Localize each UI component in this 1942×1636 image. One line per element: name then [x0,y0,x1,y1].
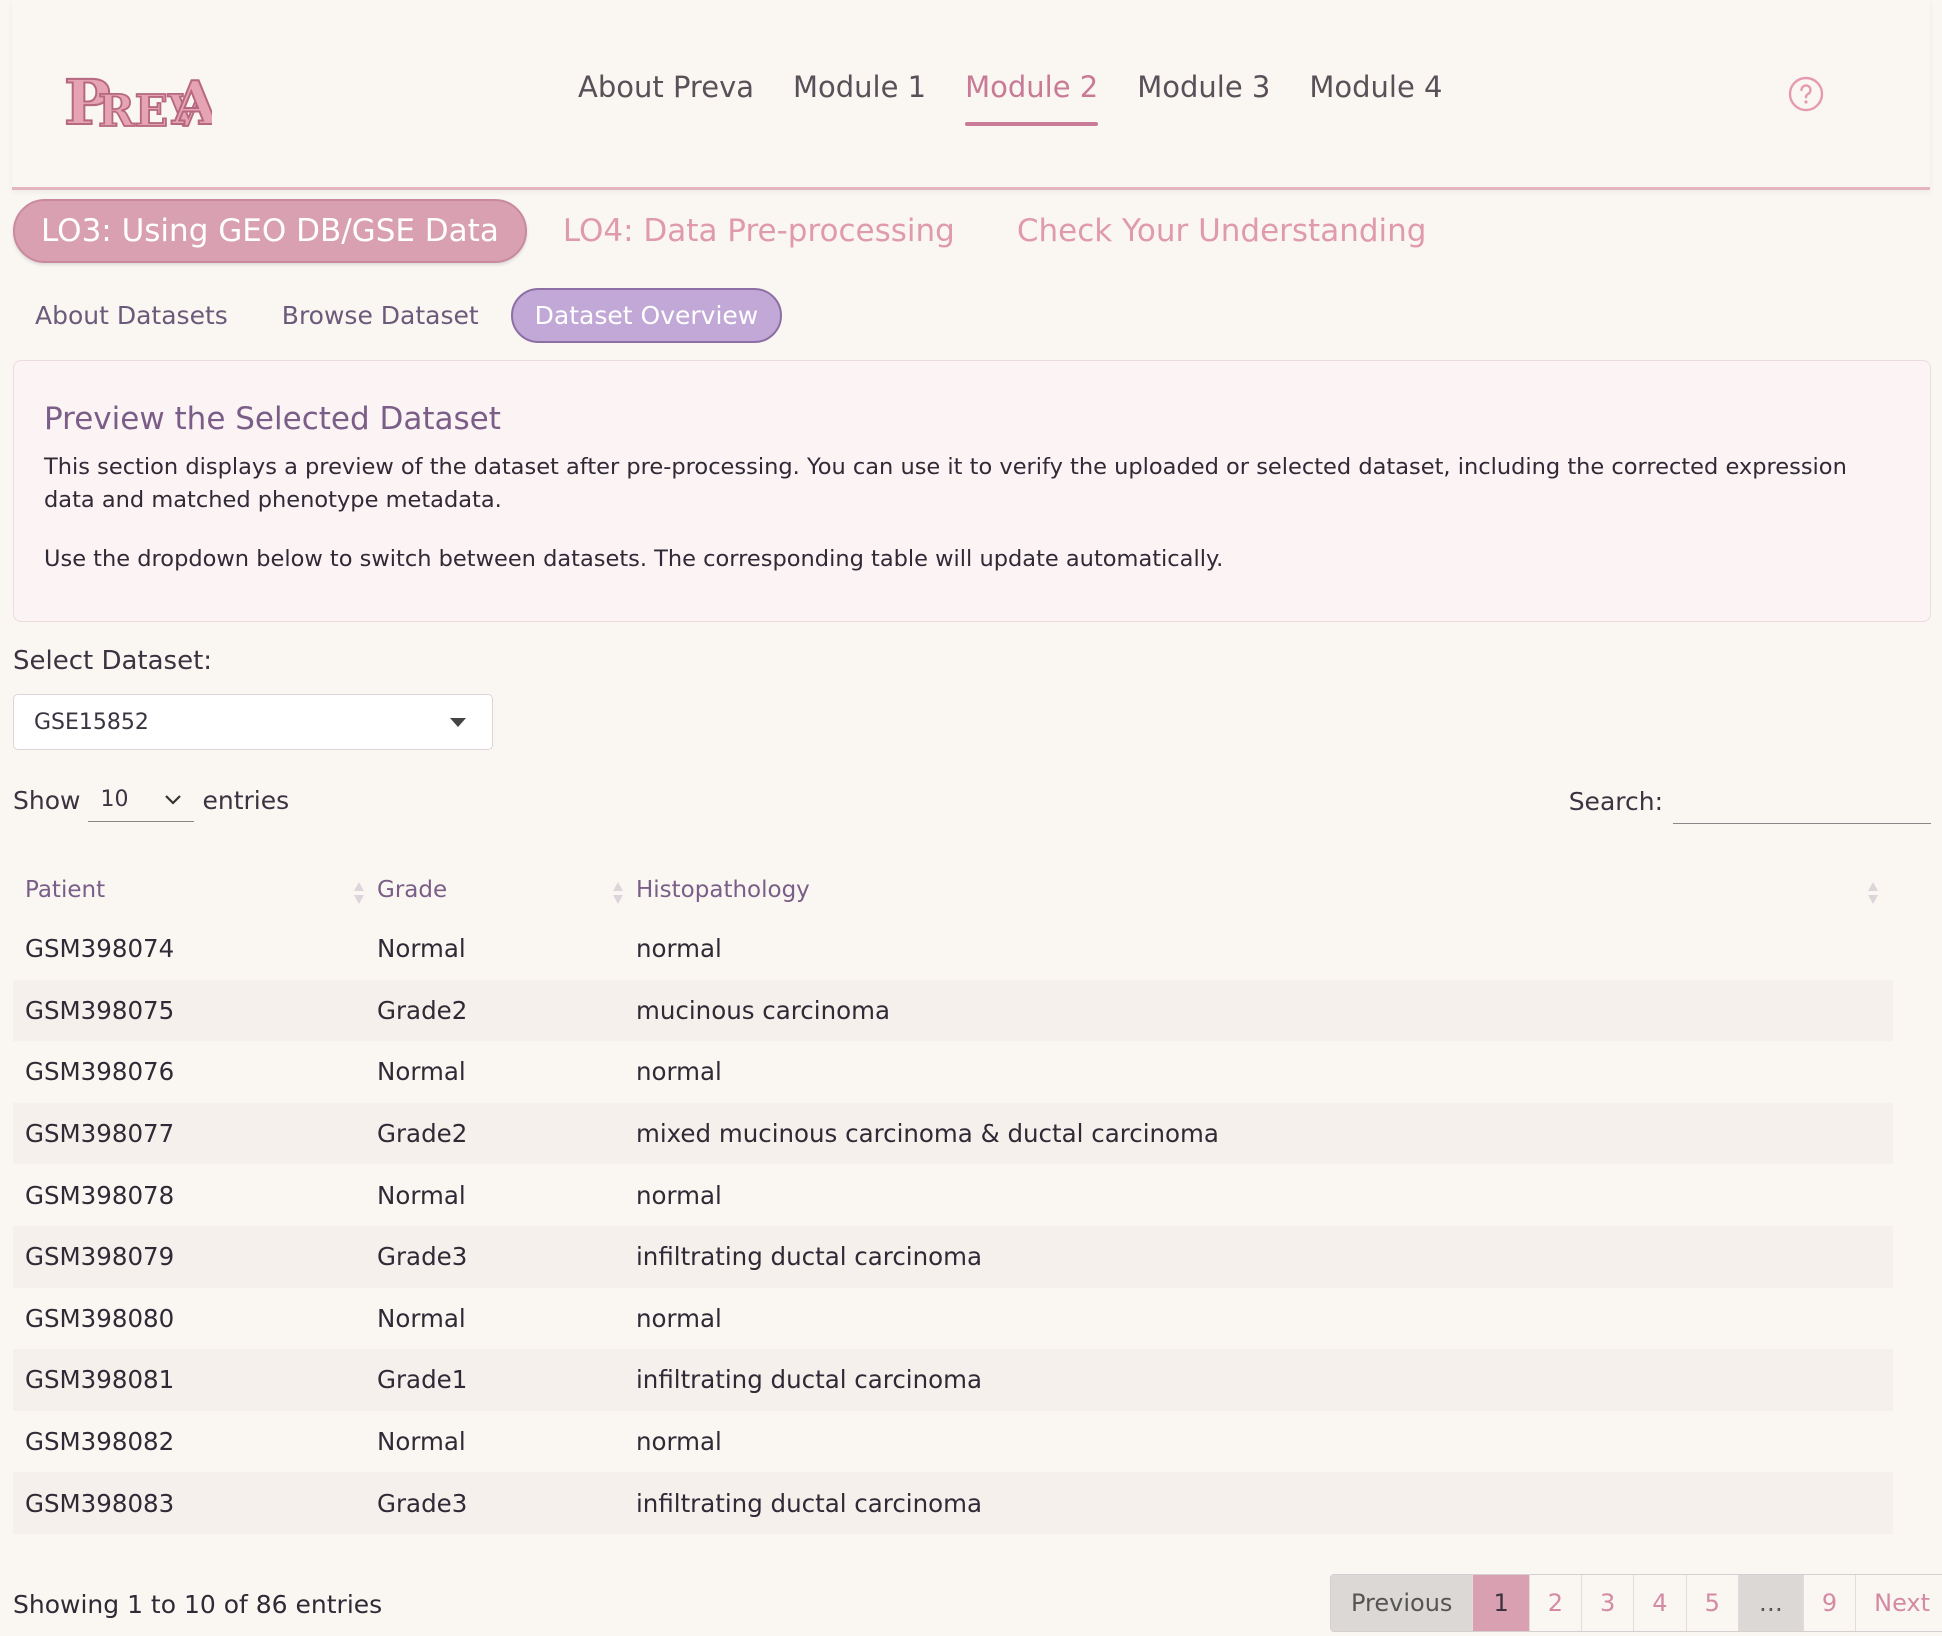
entries-length-select[interactable]: 10 [88,778,195,822]
table-search: Search: [1569,778,1931,824]
preva-logo[interactable]: P REV A [62,58,212,138]
table-row: GSM398083 Grade3 infiltrating ductal car… [13,1472,1893,1534]
sort-icon [354,882,364,904]
cell-grade: Grade2 [365,979,624,1042]
next-page-button[interactable]: Next [1855,1575,1942,1631]
column-header-label: Histopathology [636,877,810,903]
cell-histopathology: infiltrating ductal carcinoma [624,1472,1893,1534]
cell-grade: Grade2 [365,1102,624,1165]
cell-grade: Normal [377,1427,466,1457]
cell-patient: GSM398074 [25,934,175,964]
chevron-down-icon [165,794,182,805]
column-header-label: Patient [25,877,106,903]
top-navbar: P REV A About Preva Module 1 Module 2 Mo… [12,0,1930,190]
tab-about-datasets[interactable]: About Datasets [35,301,228,330]
cell-histopathology: normal [636,934,722,964]
page-button-5[interactable]: 5 [1685,1575,1738,1631]
entries-length-control: Show 10 entries [13,778,289,822]
cell-patient: GSM398076 [25,1057,175,1087]
cell-patient: GSM398075 [13,979,365,1042]
page-button-4[interactable]: 4 [1633,1575,1685,1631]
cell-patient: GSM398083 [13,1472,365,1534]
learning-objective-tabs: LO3: Using GEO DB/GSE Data LO4: Data Pre… [13,199,1426,263]
entries-label: entries [202,785,290,815]
nav-module-1[interactable]: Module 1 [793,70,926,126]
tab-browse-dataset[interactable]: Browse Dataset [282,301,479,330]
cell-patient: GSM398080 [25,1303,175,1333]
table-row: GSM398081 Grade1 infiltrating ductal car… [13,1349,1893,1411]
table-row: GSM398078 Normal normal [13,1164,1893,1226]
pagination: Previous 1 2 3 4 5 … 9 Next [1330,1574,1942,1632]
sort-icon [613,882,623,904]
column-header-patient[interactable]: Patient [13,862,365,918]
dataset-select[interactable]: GSE15852 [13,694,493,750]
table-header-row: Patient Grade Histopathology [13,862,1893,918]
table-row: GSM398080 Normal normal [13,1288,1893,1350]
question-circle-icon[interactable] [1788,76,1824,112]
nav-about-preva[interactable]: About Preva [578,70,754,126]
page-button-1[interactable]: 1 [1472,1575,1529,1631]
page-button-2[interactable]: 2 [1528,1575,1581,1631]
nav-module-3[interactable]: Module 3 [1137,70,1270,126]
info-panel: Preview the Selected Dataset This sectio… [13,360,1931,622]
cell-histopathology: normal [636,1427,722,1457]
cell-patient: GSM398081 [13,1349,365,1411]
cell-histopathology: normal [636,1057,722,1087]
table-row: GSM398074 Normal normal [13,918,1893,980]
nav-module-4[interactable]: Module 4 [1309,70,1442,126]
info-title: Preview the Selected Dataset [44,401,501,437]
dataset-sub-tabs: About Datasets Browse Dataset Dataset Ov… [13,288,783,343]
table-info: Showing 1 to 10 of 86 entries [13,1590,383,1619]
cell-histopathology: mixed mucinous carcinoma & ductal carcin… [624,1102,1893,1165]
info-paragraph-1: This section displays a preview of the d… [44,454,1847,513]
previous-page-button[interactable]: Previous [1331,1575,1473,1631]
cell-histopathology: normal [636,1303,722,1333]
cell-grade: Grade3 [365,1472,624,1534]
page-button-9[interactable]: 9 [1802,1575,1855,1631]
cell-patient: GSM398077 [13,1102,365,1165]
svg-text:A: A [171,69,212,138]
table-row: GSM398077 Grade2 mixed mucinous carcinom… [13,1102,1893,1165]
tab-lo3-geo-data[interactable]: LO3: Using GEO DB/GSE Data [13,199,527,263]
cell-histopathology: normal [636,1180,722,1210]
info-paragraph-2: Use the dropdown below to switch between… [44,546,1224,572]
page-button-3[interactable]: 3 [1581,1575,1633,1631]
main-nav: About Preva Module 1 Module 2 Module 3 M… [578,70,1443,126]
select-dataset-label: Select Dataset: [13,646,213,676]
cell-histopathology: infiltrating ductal carcinoma [624,1225,1893,1288]
cell-patient: GSM398079 [13,1225,365,1288]
tab-check-understanding[interactable]: Check Your Understanding [1017,213,1427,249]
cell-grade: Normal [377,934,466,964]
dataset-select-value: GSE15852 [34,709,149,735]
search-input[interactable] [1673,778,1931,824]
page-ellipsis: … [1737,1575,1803,1631]
column-header-grade[interactable]: Grade [365,862,624,918]
column-header-histopathology[interactable]: Histopathology [624,862,1893,918]
table-row: GSM398082 Normal normal [13,1411,1893,1473]
search-label: Search: [1568,786,1663,816]
cell-histopathology: mucinous carcinoma [624,979,1893,1042]
caret-down-icon [450,718,466,727]
show-label: Show [13,785,81,815]
dataset-table: Patient Grade Histopathology GSM398074 N… [13,862,1893,1534]
cell-patient: GSM398078 [25,1180,175,1210]
entries-length-value: 10 [100,787,129,812]
sort-icon [1868,882,1878,904]
cell-grade: Normal [377,1303,466,1333]
cell-patient: GSM398082 [25,1427,175,1457]
table-row: GSM398075 Grade2 mucinous carcinoma [13,979,1893,1042]
table-row: GSM398079 Grade3 infiltrating ductal car… [13,1225,1893,1288]
column-header-label: Grade [377,877,448,903]
tab-lo4-preprocessing[interactable]: LO4: Data Pre-processing [563,213,955,249]
cell-grade: Normal [377,1180,466,1210]
table-row: GSM398076 Normal normal [13,1041,1893,1103]
nav-module-2[interactable]: Module 2 [965,70,1099,126]
cell-grade: Grade1 [365,1349,624,1411]
cell-grade: Normal [377,1057,466,1087]
tab-dataset-overview[interactable]: Dataset Overview [510,288,783,343]
cell-grade: Grade3 [365,1225,624,1288]
cell-histopathology: infiltrating ductal carcinoma [624,1349,1893,1411]
